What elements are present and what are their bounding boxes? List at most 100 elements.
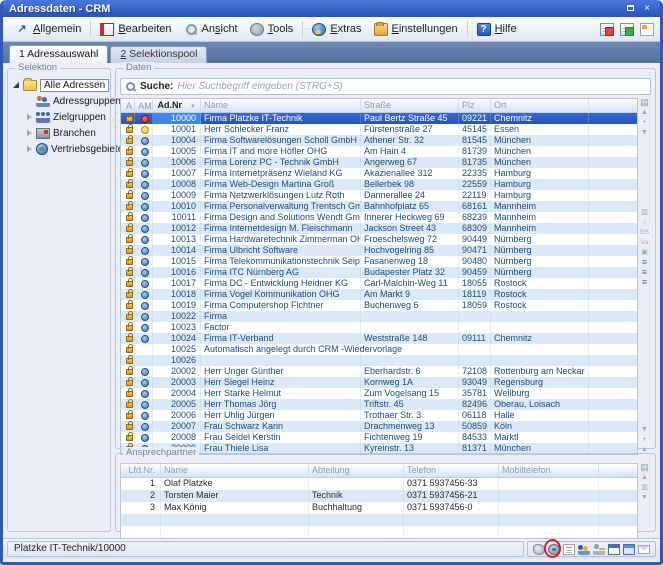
menu-item-allgemein[interactable]: ↗Allgemein — [9, 21, 87, 38]
columns-icon[interactable]: ▥ — [639, 483, 650, 493]
magnifier-icon[interactable]: ○ — [639, 218, 650, 228]
tree-collapsed-icon[interactable] — [25, 114, 33, 120]
column-header-am[interactable]: AM — [135, 99, 153, 112]
address-row[interactable]: 20006Herr Uhlig JürgenTrothaer Str. 3061… — [121, 410, 637, 421]
window-icon[interactable] — [608, 544, 620, 555]
contact-row[interactable]: 1Olaf Platzke0371 5937456-33 — [121, 478, 637, 490]
column-header-strasse[interactable]: Straße — [361, 99, 459, 112]
columns-icon[interactable]: ▥ — [639, 208, 650, 218]
address-row[interactable]: 10012Firma Internetdesign M. Fleischmann… — [121, 223, 637, 234]
address-row[interactable]: 10007Firma Internetpräsenz Wieland KGAka… — [121, 168, 637, 179]
cell-adnr: 10001 — [153, 124, 201, 135]
address-row[interactable]: 10017Firma DC - Entwicklung Heidner KGCa… — [121, 278, 637, 289]
window-list-icon[interactable] — [623, 544, 635, 555]
column-header-telefon[interactable]: Telefon — [404, 464, 499, 477]
cell-name: Firma Internetdesign M. Fleischmann — [201, 223, 361, 234]
menu-item-bearbeiten[interactable]: Bearbeiten — [94, 21, 177, 38]
ds-badge[interactable]: DS — [639, 228, 650, 238]
address-grid-wrap: A AM Ad.Nr▼ Name Straße Plz Ort 10000Fir… — [120, 98, 651, 455]
address-row[interactable]: 10014Firma Ulbricht SoftwareHochvogelrin… — [121, 245, 637, 256]
contact-row[interactable]: 3Max KönigBuchhaltung0371 5937456-0 — [121, 502, 637, 514]
menu-item-extras[interactable]: Extras — [306, 21, 367, 38]
column-header-lfdnr[interactable]: Lfd.Nr. — [121, 464, 161, 477]
menu-item-einstellungen[interactable]: Einstellungen — [368, 21, 464, 38]
scroll-down-icon[interactable]: ▼ — [639, 128, 650, 138]
menu-item-hilfe[interactable]: ?Hilfe — [471, 21, 523, 38]
address-row[interactable]: 20007Frau Schwarz KarinDrachmenweg 13508… — [121, 421, 637, 432]
mail-icon[interactable] — [638, 545, 650, 554]
export-table-icon[interactable] — [600, 23, 614, 36]
address-row[interactable]: 10011Firma Design and Solutions Wendt Gm… — [121, 212, 637, 223]
address-row[interactable]: 10006Firma Lorenz PC - Technik GmbHAnger… — [121, 157, 637, 168]
menu-item-tools[interactable]: Tools — [244, 21, 300, 38]
column-header-a[interactable]: A — [121, 99, 135, 112]
address-row[interactable]: 10009Firma Netzwerklösungen Lutz RothDan… — [121, 190, 637, 201]
menu-item-ansicht[interactable]: Ansicht — [178, 21, 244, 38]
contact-row[interactable] — [121, 514, 637, 526]
user-key-icon[interactable] — [593, 544, 605, 555]
tree-item-branchen[interactable]: Branchen — [12, 125, 108, 141]
scroll-up-icon[interactable]: ▲ — [639, 108, 650, 118]
address-row[interactable]: 10005Firma IT and more Höfler OHGAm Hain… — [121, 146, 637, 157]
address-row[interactable]: 20008Frau Seidel KerstinFichtenweg 19845… — [121, 432, 637, 443]
restore-button[interactable] — [623, 3, 637, 15]
address-row[interactable]: 20002Herr Unger GüntherEberhardstr. 6721… — [121, 366, 637, 377]
va-badge[interactable]: Va — [639, 238, 650, 248]
column-header-ort[interactable]: Ort — [491, 99, 589, 112]
column-header-name[interactable]: Name — [201, 99, 361, 112]
add-record-icon[interactable]: + — [639, 435, 650, 445]
address-row[interactable]: 10010Firma Personalverwaltung Trentsch G… — [121, 201, 637, 212]
tree-collapsed-icon[interactable] — [25, 146, 33, 152]
new-document-icon[interactable] — [640, 23, 654, 36]
address-row[interactable]: 10016Firma ITC Nürnberg AGBudapester Pla… — [121, 267, 637, 278]
address-row[interactable]: 10013Firma Hardwaretechnik Zimmerman OHG… — [121, 234, 637, 245]
address-row[interactable]: 10022Firma — [121, 311, 637, 322]
contact-row[interactable]: 2Torsten MaierTechnik0371 5937456-21 — [121, 490, 637, 502]
contact-row[interactable] — [121, 526, 637, 538]
phone-icon[interactable] — [533, 544, 545, 555]
tab-selektionspool[interactable]: 2 Selektionspool — [110, 46, 207, 63]
add-record-icon[interactable]: + — [639, 118, 650, 128]
tree-collapsed-icon[interactable] — [25, 130, 33, 136]
tree-item-zielgruppen[interactable]: Zielgruppen — [12, 109, 108, 125]
select-columns-icon[interactable]: ▤ — [639, 463, 650, 473]
column-header-abteilung[interactable]: Abteilung — [309, 464, 404, 477]
scroll-down-icon[interactable]: ▼ — [639, 493, 650, 503]
document-icon[interactable] — [563, 544, 575, 555]
address-row[interactable]: 10019Firma Computershop FichtnerBuchenwe… — [121, 300, 637, 311]
column-header-mobiltelefon[interactable]: Mobiltelefon — [499, 464, 599, 477]
import-table-icon[interactable] — [620, 23, 634, 36]
list-blue-icon[interactable]: ≡ — [639, 278, 650, 288]
address-row[interactable]: 10026 — [121, 355, 637, 366]
tree-expanded-icon[interactable] — [12, 82, 20, 88]
column-header-adnr[interactable]: Ad.Nr▼ — [153, 99, 201, 112]
address-row[interactable]: 10024Firma IT-VerbandWeststraße 14809111… — [121, 333, 637, 344]
tree-item-adressgruppen[interactable]: Adressgruppen — [12, 93, 108, 109]
address-row[interactable]: 10025Automatisch angelegt durch CRM -Wie… — [121, 344, 637, 355]
gear-icon[interactable] — [548, 544, 560, 555]
address-row[interactable]: 20005Herr Thomas JörgTriftstr. 4582496Ob… — [121, 399, 637, 410]
address-row[interactable]: 10001Herr Schlecker FranzFürstenstraße 2… — [121, 124, 637, 135]
tree-item-alle-adressen[interactable]: Alle Adressen — [12, 77, 108, 93]
address-row[interactable]: 10000Firma Platzke IT-TechnikPaul Bertz … — [121, 113, 637, 124]
close-button[interactable]: × — [640, 3, 654, 15]
address-row[interactable]: 10015Firma Telekommunikationstechnik Sei… — [121, 256, 637, 267]
address-row[interactable]: 20004Herr Starke HelmutZum Vogelsang 153… — [121, 388, 637, 399]
scroll-down-icon[interactable]: ▼ — [639, 425, 650, 435]
lock-icon — [126, 347, 133, 353]
column-header-plz[interactable]: Plz — [459, 99, 491, 112]
search-input[interactable]: Hier Suchbegriff eingeben (STRG+S) — [177, 81, 342, 92]
tree-item-vertriebsgebiete[interactable]: Vertriebsgebiete — [12, 141, 108, 157]
address-row[interactable]: 10018Firma Vogel Kommunikation OHGAm Mar… — [121, 289, 637, 300]
address-row[interactable]: 10023Factor — [121, 322, 637, 333]
lock-icon — [126, 248, 133, 254]
address-row[interactable]: 20003Herr Siegel HeinzKornweg 1A93049Reg… — [121, 377, 637, 388]
scroll-up-icon[interactable]: ▲ — [639, 473, 650, 483]
address-row[interactable]: 10004Firma Softwarelösungen Scholl GmbHA… — [121, 135, 637, 146]
tab-adressauswahl[interactable]: 1 Adressauswahl — [9, 45, 108, 63]
select-columns-icon[interactable]: ▤ — [639, 98, 650, 108]
column-header-contact-name[interactable]: Name — [161, 464, 309, 477]
users-icon[interactable] — [578, 544, 590, 555]
address-row[interactable]: 10008Firma Web-Design Martina GroßBeller… — [121, 179, 637, 190]
search-bar[interactable]: Suche: Hier Suchbegriff eingeben (STRG+S… — [120, 78, 651, 95]
